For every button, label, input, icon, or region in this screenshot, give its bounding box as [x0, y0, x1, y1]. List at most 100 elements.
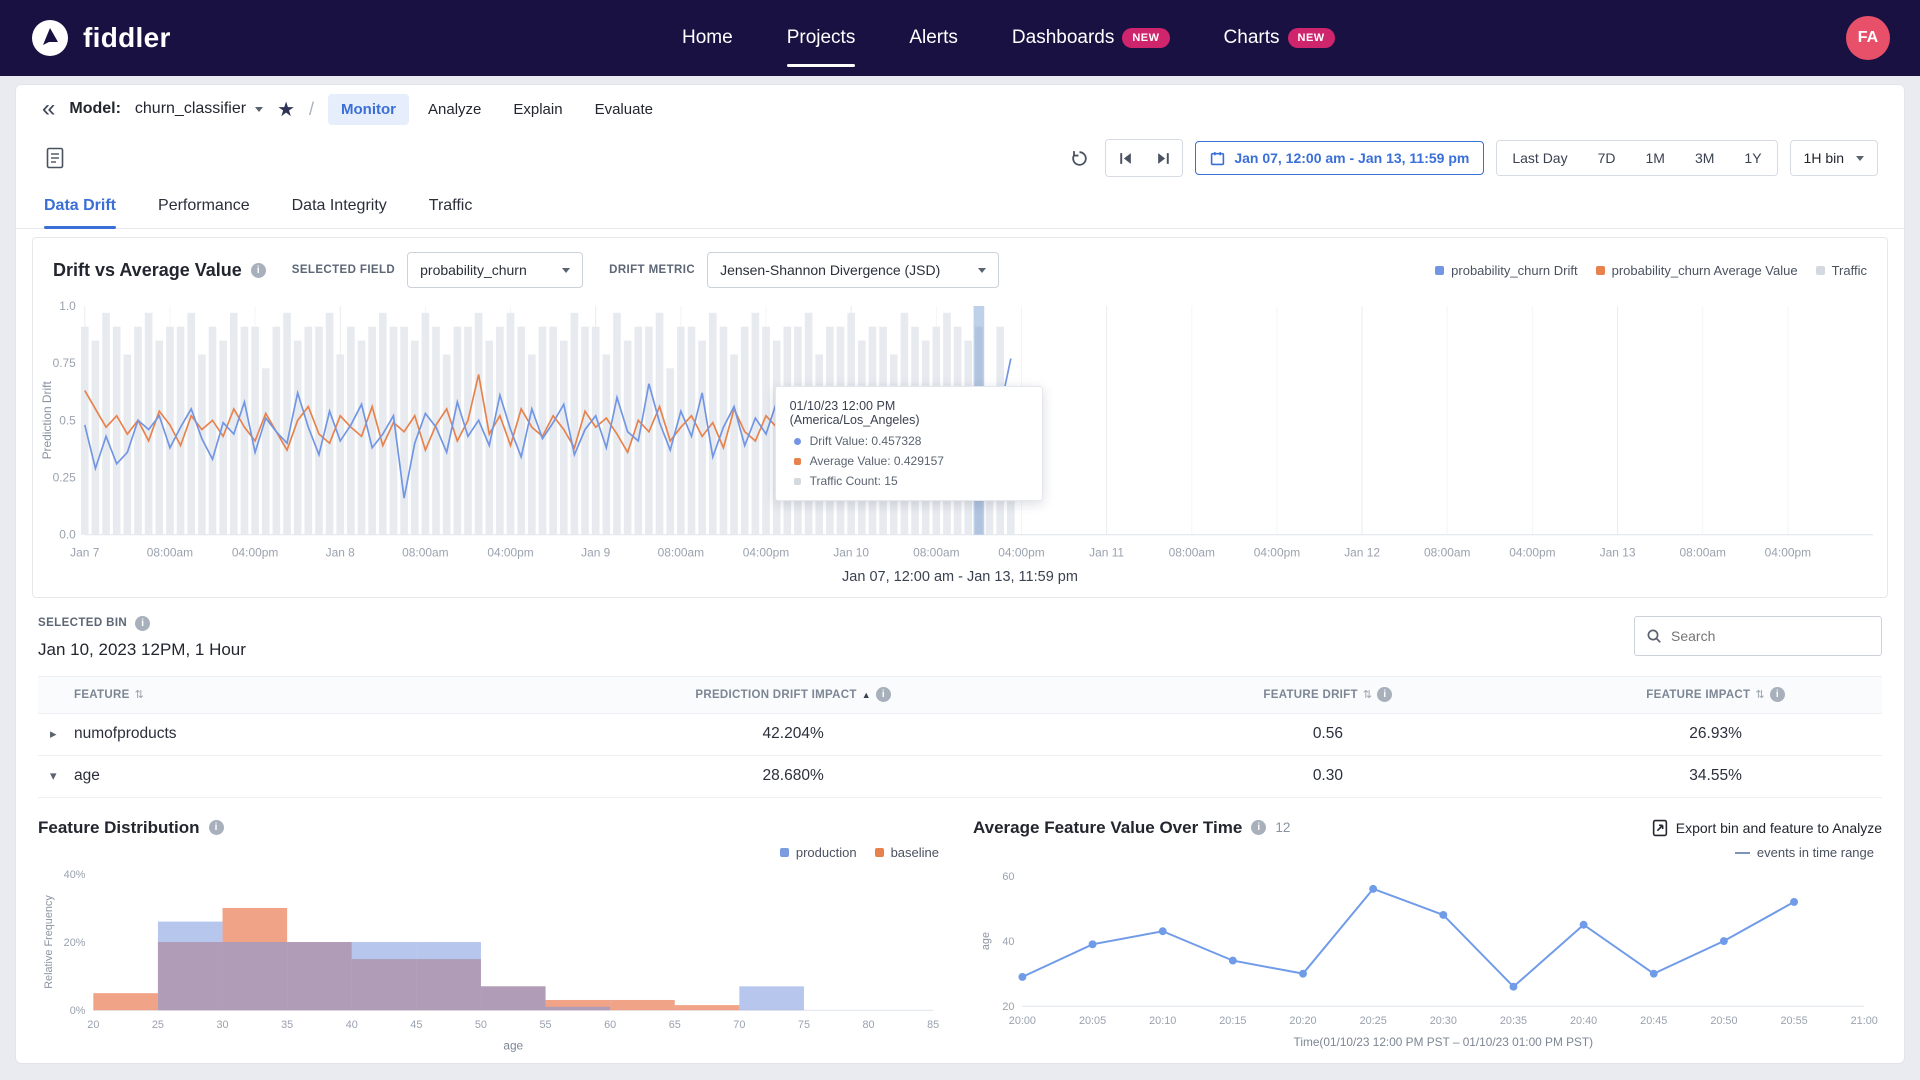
- legend-item-probability-churn-drift[interactable]: probability_churn Drift: [1435, 263, 1577, 278]
- legend-item-probability-churn-average-value[interactable]: probability_churn Average Value: [1596, 263, 1798, 278]
- report-document-icon[interactable]: [42, 143, 69, 173]
- svg-text:08:00am: 08:00am: [658, 546, 704, 560]
- tab-data-drift[interactable]: Data Drift: [44, 183, 116, 228]
- preset-1m[interactable]: 1M: [1631, 141, 1680, 175]
- search-input[interactable]: [1671, 628, 1870, 644]
- nav-item-projects[interactable]: Projects: [787, 0, 856, 76]
- avg-feature-value-svg[interactable]: 20406020:0020:0520:1020:1520:2020:2520:3…: [973, 862, 1882, 1056]
- info-icon[interactable]: [1377, 687, 1392, 702]
- tooltip-swatch: [794, 458, 801, 465]
- user-avatar[interactable]: FA: [1846, 16, 1890, 60]
- model-tab-explain[interactable]: Explain: [500, 94, 575, 125]
- preset-7d[interactable]: 7D: [1583, 141, 1631, 175]
- calendar-icon: [1210, 151, 1225, 166]
- svg-text:65: 65: [669, 1019, 681, 1031]
- info-icon[interactable]: [876, 687, 891, 702]
- drift-chart-area[interactable]: 0.00.250.50.751.0Jan 708:00am04:00pmJan …: [33, 298, 1887, 565]
- date-range-picker[interactable]: Jan 07, 12:00 am - Jan 13, 11:59 pm: [1195, 141, 1484, 175]
- drift-chart-x-caption: Jan 07, 12:00 am - Jan 13, 11:59 pm: [33, 565, 1887, 597]
- legend-item-baseline[interactable]: baseline: [875, 845, 939, 860]
- legend-swatch: [780, 848, 789, 857]
- bin-size-value: 1H bin: [1804, 150, 1844, 166]
- svg-text:Jan 11: Jan 11: [1089, 546, 1124, 560]
- nav-item-home[interactable]: Home: [682, 0, 733, 76]
- drift-metric-label: DRIFT METRIC: [609, 264, 695, 276]
- preset-3m[interactable]: 3M: [1680, 141, 1729, 175]
- preset-last-day[interactable]: Last Day: [1497, 141, 1582, 175]
- feature-name: numofproducts: [74, 725, 480, 743]
- svg-text:Jan 13: Jan 13: [1600, 546, 1636, 560]
- chevron-down-icon: [255, 107, 263, 112]
- column-header-feature-drift[interactable]: FEATURE DRIFT: [1107, 687, 1550, 702]
- tooltip-text: Drift Value: 0.457328: [810, 434, 922, 448]
- bin-size-select[interactable]: 1H bin: [1790, 140, 1878, 176]
- tooltip-title: 01/10/23 12:00 PM (America/Los_Angeles): [790, 399, 1028, 427]
- svg-text:25: 25: [152, 1019, 164, 1031]
- legend-item-production[interactable]: production: [780, 845, 857, 860]
- line-swatch: [1735, 852, 1750, 854]
- info-icon[interactable]: [135, 616, 150, 631]
- events-legend-item[interactable]: events in time range: [1735, 845, 1874, 860]
- svg-text:08:00am: 08:00am: [1169, 546, 1215, 560]
- selected-bin-section: SELECTED BIN Jan 10, 2023 12PM, 1 Hour: [16, 598, 1904, 660]
- export-to-analyze-button[interactable]: Export bin and feature to Analyze: [1652, 819, 1882, 837]
- feature-row-numofproducts[interactable]: numofproducts42.204%0.5626.93%: [38, 714, 1882, 756]
- feature-distribution-title: Feature Distribution: [38, 818, 200, 838]
- preset-1y[interactable]: 1Y: [1729, 141, 1776, 175]
- svg-text:20%: 20%: [64, 937, 86, 949]
- tab-traffic[interactable]: Traffic: [429, 183, 473, 228]
- feature-row-age[interactable]: age28.680%0.3034.55%: [38, 756, 1882, 798]
- column-label: PREDICTION DRIFT IMPACT: [695, 689, 871, 701]
- svg-text:Jan 7: Jan 7: [70, 546, 100, 560]
- nav-item-charts[interactable]: ChartsNEW: [1224, 0, 1335, 76]
- column-header-feature[interactable]: FEATURE: [74, 688, 480, 701]
- avg-feature-value-card: Average Feature Value Over Time 12 Expor…: [973, 818, 1882, 1056]
- legend-item-traffic[interactable]: Traffic: [1816, 263, 1867, 278]
- collapse-row-icon[interactable]: [38, 768, 74, 784]
- svg-text:45: 45: [410, 1019, 422, 1031]
- selected-field-value: probability_churn: [420, 262, 527, 278]
- tab-data-integrity[interactable]: Data Integrity: [292, 183, 387, 228]
- favorite-star-icon[interactable]: [277, 97, 295, 122]
- info-icon[interactable]: [1251, 820, 1266, 835]
- svg-text:85: 85: [927, 1019, 939, 1031]
- brand[interactable]: fiddler: [30, 18, 171, 58]
- chevron-down-icon: [1856, 156, 1864, 161]
- svg-text:04:00pm: 04:00pm: [1765, 546, 1811, 560]
- brand-name: fiddler: [83, 22, 171, 54]
- drift-metric-select[interactable]: Jensen-Shannon Divergence (JSD): [707, 252, 999, 288]
- drift-chart-title-row: Drift vs Average Value: [53, 260, 266, 281]
- tab-performance[interactable]: Performance: [158, 183, 250, 228]
- time-preset-group: Last Day7D1M3M1Y: [1496, 140, 1777, 176]
- column-header-feature-impact[interactable]: FEATURE IMPACT: [1549, 687, 1882, 702]
- feature-distribution-svg[interactable]: 0%20%40%2025303540455055606570758085ageR…: [38, 862, 947, 1056]
- model-tab-evaluate[interactable]: Evaluate: [582, 94, 666, 125]
- svg-text:04:00pm: 04:00pm: [743, 546, 789, 560]
- info-icon[interactable]: [209, 820, 224, 835]
- info-icon[interactable]: [1770, 687, 1785, 702]
- legend-label: probability_churn Average Value: [1612, 263, 1798, 278]
- nav-item-label: Projects: [787, 27, 856, 49]
- model-tab-analyze[interactable]: Analyze: [415, 94, 494, 125]
- collapse-sidebar-icon[interactable]: [42, 97, 55, 121]
- svg-text:0.75: 0.75: [53, 356, 77, 370]
- model-tab-monitor[interactable]: Monitor: [328, 94, 409, 125]
- svg-text:0.5: 0.5: [59, 413, 76, 427]
- column-header-prediction-drift-impact[interactable]: PREDICTION DRIFT IMPACT: [480, 687, 1107, 702]
- model-select[interactable]: churn_classifier: [135, 100, 263, 118]
- history-icon[interactable]: [1066, 145, 1093, 172]
- selected-field-select[interactable]: probability_churn: [407, 252, 583, 288]
- breadcrumb-separator: [309, 99, 314, 120]
- previous-bin-button[interactable]: [1106, 140, 1144, 176]
- svg-text:08:00am: 08:00am: [913, 546, 959, 560]
- feature-impact-value: 26.93%: [1549, 725, 1882, 743]
- next-bin-button[interactable]: [1144, 140, 1182, 176]
- svg-text:age: age: [980, 932, 992, 950]
- nav-item-dashboards[interactable]: DashboardsNEW: [1012, 0, 1170, 76]
- expand-row-icon[interactable]: [38, 726, 74, 742]
- svg-text:70: 70: [733, 1019, 745, 1031]
- svg-text:04:00pm: 04:00pm: [1509, 546, 1555, 560]
- nav-item-alerts[interactable]: Alerts: [909, 0, 958, 76]
- bin-step-group: [1105, 139, 1183, 177]
- info-icon[interactable]: [251, 263, 266, 278]
